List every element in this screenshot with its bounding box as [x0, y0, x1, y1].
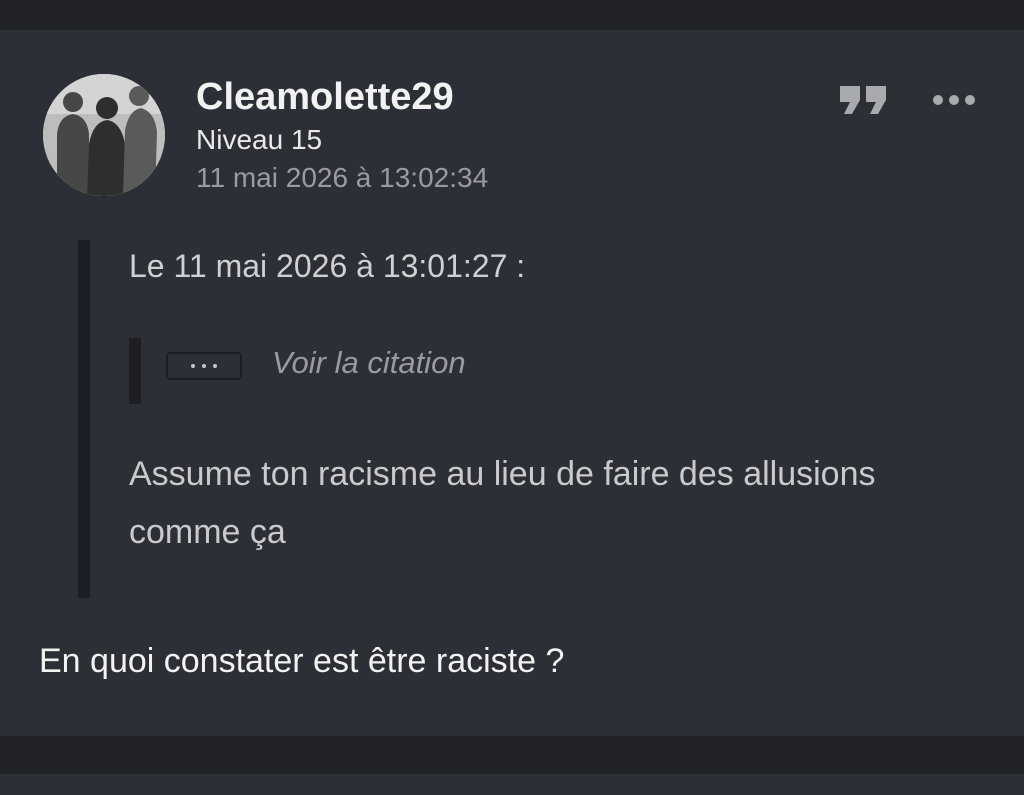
quote-border	[78, 240, 90, 598]
quote-icon	[840, 86, 886, 114]
show-quote-link[interactable]: Voir la citation	[272, 345, 466, 381]
avatar-silhouettes-image	[43, 74, 165, 196]
post-separator	[0, 736, 1024, 774]
quote-header: Le 11 mai 2026 à 13:01:27 :	[129, 248, 526, 284]
avatar[interactable]	[43, 74, 165, 196]
post-timestamp[interactable]: 11 mai 2026 à 13:02:34	[196, 162, 488, 194]
author-level: Niveau 15	[196, 124, 323, 155]
expand-quote-button[interactable]	[166, 352, 242, 380]
next-post	[0, 774, 1024, 795]
quoted-message-text: Assume ton racisme au lieu de faire des …	[129, 455, 876, 551]
more-icon	[933, 95, 975, 105]
ellipsis-icon	[168, 354, 240, 378]
post-body-text: En quoi constater est être raciste ?	[39, 642, 565, 680]
top-separator	[0, 0, 1024, 30]
nested-quote-border	[129, 338, 141, 404]
quote-button[interactable]	[836, 82, 892, 118]
author-name[interactable]: Cleamolette29	[196, 76, 454, 119]
more-options-button[interactable]	[928, 86, 980, 114]
